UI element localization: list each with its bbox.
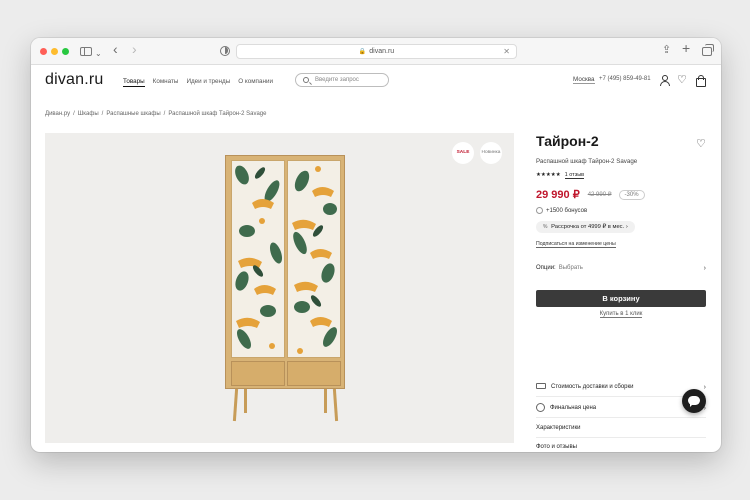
wardrobe-leg — [232, 388, 239, 422]
breadcrumb: Диван.ру / Шкафы / Распашные шкафы / Распашной… — [45, 111, 266, 117]
bonus-info: +1500 бонусов — [536, 207, 706, 214]
phone-number[interactable]: +7 (495) 859-49-81 — [599, 76, 651, 82]
url-text: divan.ru — [369, 48, 395, 55]
nav-item-about[interactable]: О компании — [238, 78, 273, 87]
back-arrow-icon[interactable]: ‹ — [113, 42, 118, 56]
chat-bubble-icon[interactable] — [682, 389, 706, 413]
wardrobe-drawer-left — [231, 361, 285, 386]
city-selector[interactable]: Москва — [573, 76, 595, 84]
minimize-window-button[interactable] — [51, 48, 58, 55]
nav-item-products[interactable]: Товары — [123, 78, 145, 87]
options-value: Выбрать — [558, 265, 583, 271]
clear-url-icon[interactable]: ✕ — [503, 45, 510, 58]
accordion-label: Фото и отзывы — [536, 444, 577, 450]
forward-arrow-icon[interactable]: › — [132, 42, 137, 56]
wardrobe-door-left — [231, 160, 285, 358]
accordion-label: Стоимость доставки и сборки — [551, 384, 634, 390]
current-price: 29 990 ₽ — [536, 189, 580, 201]
accordion-label: Характеристики — [536, 425, 581, 431]
breadcrumb-item[interactable]: Распашные шкафы — [106, 111, 160, 117]
wardrobe-leg — [332, 388, 339, 422]
options-selector[interactable]: Опции: Выбрать › — [536, 265, 706, 272]
buy-one-click-text: Купить в 1 клик — [599, 311, 643, 318]
rating-stars-icon: ★★★★★ — [536, 172, 561, 178]
reviews-link[interactable]: 1 отзыв — [564, 172, 585, 179]
breadcrumb-item[interactable]: Распашной шкаф Тайрон-2 Savage — [168, 111, 266, 117]
product-image-wardrobe — [210, 155, 360, 425]
installment-button[interactable]: % Рассрочка от 4999 ₽ в мес. › — [536, 221, 635, 234]
wardrobe-drawer-right — [287, 361, 341, 386]
accordion-photos-reviews[interactable]: Фото и отзывы — [536, 438, 706, 452]
add-to-cart-button[interactable]: В корзину — [536, 290, 706, 307]
percent-icon: % — [543, 224, 548, 231]
zoom-window-button[interactable] — [62, 48, 69, 55]
product-rating: ★★★★★ 1 отзыв — [536, 172, 706, 179]
wardrobe-leg — [244, 389, 247, 413]
buy-one-click-link[interactable]: Купить в 1 клик — [536, 311, 706, 318]
browser-toolbar: ⌄ ‹ › 🔒 divan.ru ✕ ⇪ + — [31, 38, 721, 65]
nav-item-ideas[interactable]: Идеи и тренды — [186, 78, 230, 87]
breadcrumb-item[interactable]: Диван.ру — [45, 111, 70, 117]
chevron-right-icon: › — [703, 265, 706, 272]
favorites-heart-icon[interactable]: ♡ — [677, 75, 687, 86]
address-bar[interactable]: 🔒 divan.ru ✕ — [236, 44, 517, 59]
product-gallery[interactable]: SALE Новинка — [45, 133, 514, 443]
add-to-favorites-heart-icon[interactable]: ♡ — [696, 137, 706, 150]
lock-icon: 🔒 — [358, 49, 367, 55]
browser-window: ⌄ ‹ › 🔒 divan.ru ✕ ⇪ + divan.ru Товары Ко… — [31, 38, 721, 452]
site-logo[interactable]: divan.ru — [45, 71, 104, 89]
truck-icon — [536, 383, 546, 390]
accordion-final-price[interactable]: Финальная цена › — [536, 399, 706, 418]
cart-bag-icon[interactable] — [695, 75, 706, 87]
product-title: Тайрон-2 — [536, 133, 599, 149]
site-header: divan.ru Товары Комнаты Идеи и тренды О … — [31, 65, 721, 97]
accordion-specs[interactable]: Характеристики — [536, 419, 706, 438]
share-icon[interactable]: ⇪ — [662, 44, 671, 57]
tab-overview-icon[interactable] — [702, 44, 714, 56]
product-subtitle: Распашной шкаф Тайрон-2 Savage — [536, 158, 638, 165]
new-tab-icon[interactable]: + — [682, 41, 690, 55]
accordion-label: Финальная цена — [550, 405, 597, 411]
bonus-text: +1500 бонусов — [546, 208, 588, 215]
subscribe-text: Подписаться на изменение цены — [536, 241, 616, 249]
wardrobe-leg — [324, 389, 327, 413]
installment-text: Рассрочка от 4999 ₽ в мес. — [551, 224, 625, 231]
accordion-delivery-cost[interactable]: Стоимость доставки и сборки › — [536, 378, 706, 397]
price-row: 29 990 ₽ 42 990 ₽ -30% — [536, 188, 706, 201]
wardrobe-door-right — [287, 160, 341, 358]
sidebar-toggle-icon[interactable] — [80, 47, 92, 56]
search-input[interactable]: Введите запрос — [295, 73, 389, 87]
breadcrumb-separator: / — [101, 111, 104, 117]
breadcrumb-item[interactable]: Шкафы — [78, 111, 99, 117]
chevron-down-icon[interactable]: ⌄ — [95, 47, 102, 60]
new-badge: Новинка — [480, 142, 502, 164]
product-info: Тайрон-2 ♡ Распашной шкаф Тайрон-2 Savag… — [536, 133, 706, 450]
privacy-shield-icon[interactable] — [220, 46, 230, 56]
chevron-right-icon: › — [625, 224, 628, 231]
user-icon[interactable] — [659, 75, 670, 86]
wardrobe-body — [225, 155, 345, 389]
nav-item-rooms[interactable]: Комнаты — [153, 78, 179, 87]
breadcrumb-separator: / — [73, 111, 75, 117]
close-window-button[interactable] — [40, 48, 47, 55]
sale-badge: SALE — [452, 142, 474, 164]
breadcrumb-separator: / — [163, 111, 166, 117]
search-placeholder: Введите запрос — [315, 77, 359, 83]
options-label: Опции: — [536, 265, 556, 271]
currency-coin-icon — [536, 402, 545, 412]
search-icon — [303, 77, 309, 83]
bonus-coin-icon — [536, 207, 543, 214]
discount-badge: -30% — [618, 189, 645, 200]
subscribe-price-link[interactable]: Подписаться на изменение цены — [536, 241, 706, 249]
old-price: 42 990 ₽ — [587, 192, 612, 198]
main-nav: Товары Комнаты Идеи и тренды О компании — [123, 78, 273, 87]
